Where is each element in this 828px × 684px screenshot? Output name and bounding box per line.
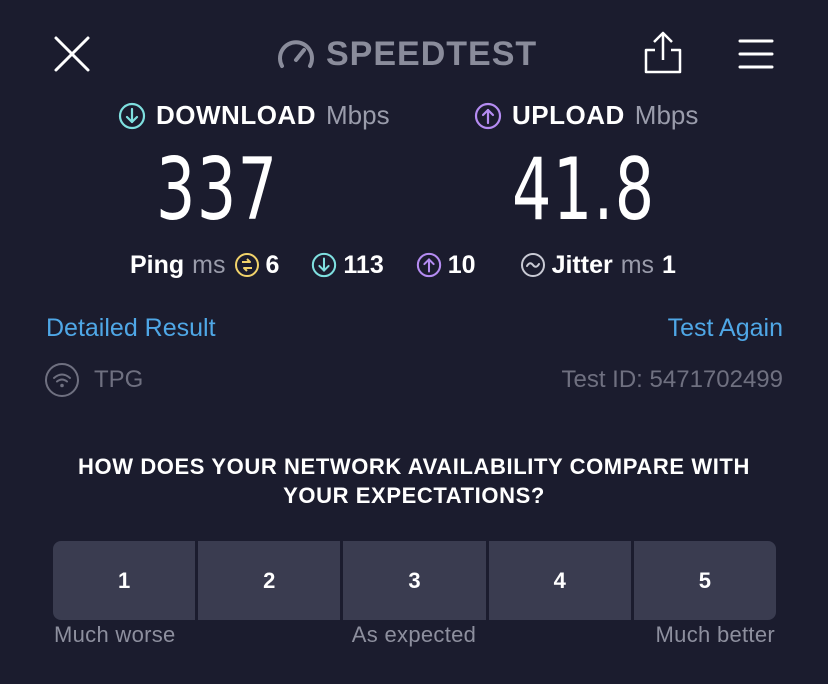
idle-ping-value: 6 [265,250,280,279]
ping-row: Ping ms 6 113 10 Jitter ms 1 [130,248,676,282]
survey-question-line1: HOW DOES YOUR NETWORK AVAILABILITY COMPA… [78,454,750,479]
speedtest-logo: SPEEDTEST [276,34,537,74]
upload-ping-value: 10 [447,250,476,279]
jitter-icon [520,253,545,277]
hamburger-menu-icon [738,39,774,69]
rating-button-5[interactable]: 5 [630,541,776,620]
upload-header: UPLOAD Mbps [474,100,698,131]
upload-value: 41.8 [512,140,656,240]
speedtest-result-screen: SPEEDTEST DOWNLOAD Mbps 337 UPLOAD Mbps … [0,0,828,684]
rating-button-3[interactable]: 3 [340,541,486,620]
idle-ping-icon [234,253,259,277]
test-again-link[interactable]: Test Again [668,314,783,343]
close-icon [54,36,90,72]
download-unit: Mbps [325,100,390,130]
test-id: Test ID: 5471702499 [561,366,784,393]
jitter-value: 1 [662,250,676,279]
survey-question-line2: YOUR EXPECTATIONS? [283,483,545,508]
rating-label-high: Much better [655,622,775,647]
upload-label: UPLOAD [512,100,625,130]
provider-name: TPG [94,366,144,393]
rating-button-1[interactable]: 1 [53,541,196,620]
jitter-unit: ms [620,250,655,279]
share-button[interactable] [642,30,684,76]
menu-button[interactable] [736,36,776,72]
rating-buttons: 1 2 3 4 5 [53,541,776,620]
download-ping-value: 113 [343,250,384,279]
download-ping-icon [312,252,337,278]
upload-arrow-icon [474,102,502,129]
speedometer-icon [278,40,314,68]
close-button[interactable] [52,34,92,74]
download-header: DOWNLOAD Mbps [118,100,390,131]
survey-question: HOW DOES YOUR NETWORK AVAILABILITY COMPA… [20,452,808,510]
rating-button-4[interactable]: 4 [485,541,631,620]
download-value: 337 [156,140,279,240]
upload-unit: Mbps [634,100,699,130]
jitter-label: Jitter [551,250,613,279]
wifi-icon [45,363,79,397]
upload-ping-icon [416,252,441,278]
provider-info: TPG [44,362,143,398]
ping-label: Ping [130,250,185,279]
download-label: DOWNLOAD [156,100,316,130]
ping-unit: ms [192,250,226,279]
detailed-result-link[interactable]: Detailed Result [46,314,216,343]
rating-button-2[interactable]: 2 [195,541,341,620]
share-icon [644,31,682,74]
brand-name: SPEEDTEST [326,34,538,73]
download-arrow-icon [118,102,146,129]
